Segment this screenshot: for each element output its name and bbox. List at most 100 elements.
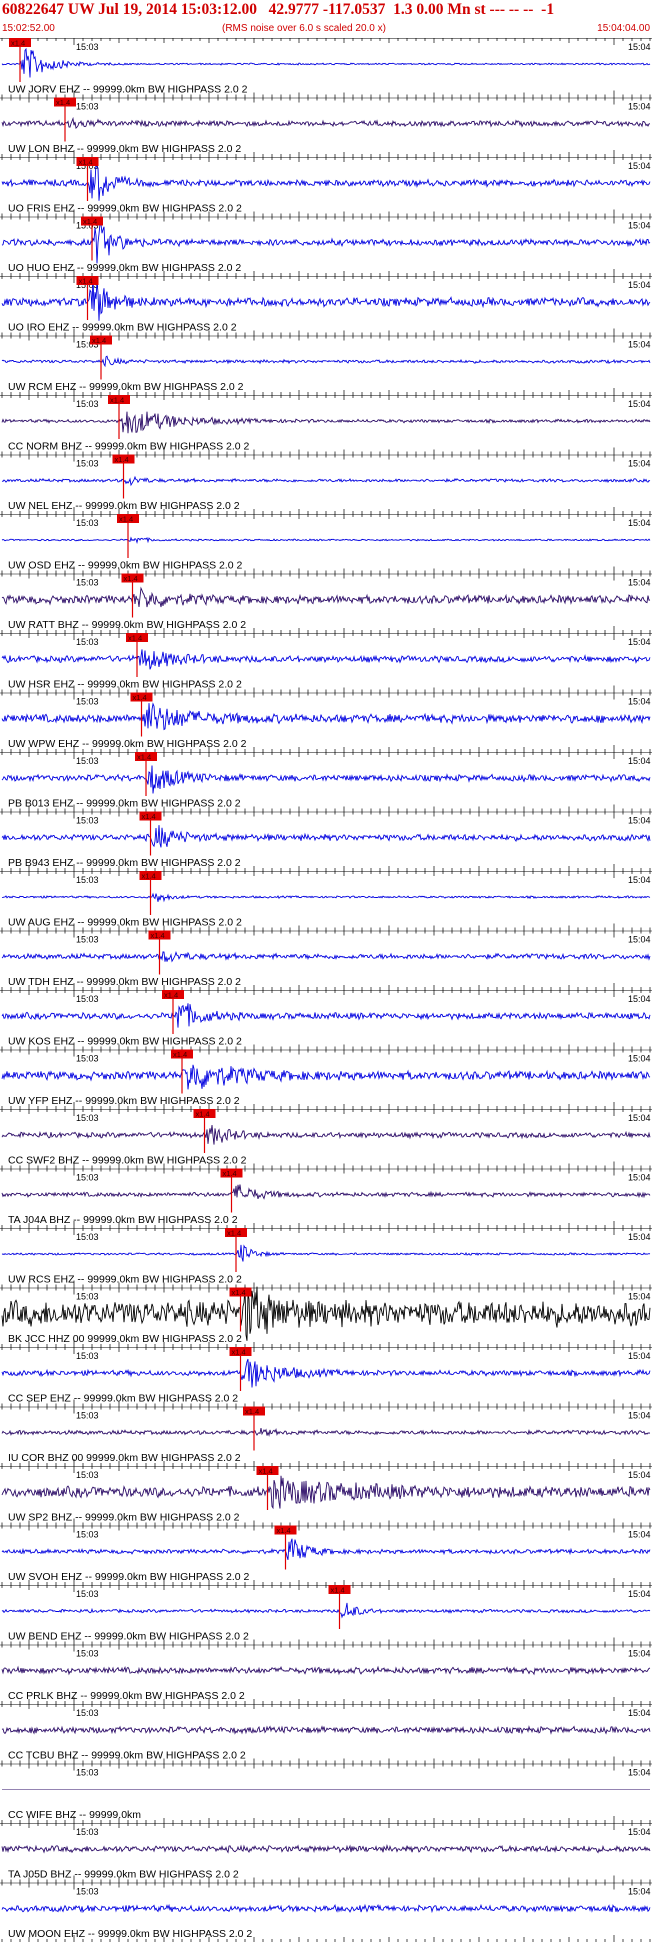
pick-flag-label: x1.4 (110, 396, 124, 405)
station-label: CC SWF2 BHZ -- 99999.0km BW HIGHPASS 2.0… (8, 1155, 247, 1167)
tick-label-1504: 15:04 (628, 1827, 651, 1837)
record-header: 60822647 UW Jul 19, 2014 15:03:12.00 42.… (0, 0, 652, 38)
tick-label-1503: 15:03 (76, 399, 99, 409)
tick-label-1503: 15:03 (76, 935, 99, 945)
station-label: UW SVOH EHZ -- 99999.0km BW HIGHPASS 2.0… (8, 1571, 250, 1583)
trace-row: 15:03 15:04 x1.4 UW OSD EHZ -- 99999.0km BW… (0, 514, 652, 574)
station-label: UO HUO EHZ -- 99999.0km BW HIGHPASS 2.0 … (8, 262, 241, 274)
trace-row: 15:0315:04x1.4UO FRIS EHZ -- 99999.0km B… (0, 157, 652, 217)
tick-label-1504: 15:04 (628, 1768, 651, 1778)
trace-row: 15:0315:04x1.4UO HUO EHZ -- 99999.0km BW… (0, 216, 652, 276)
trace-row: 15:03 15:04 x1.4 PB B013 EHZ -- 99999.0km B… (0, 752, 652, 812)
tick-label-1504: 15:04 (628, 1411, 651, 1421)
tick-label-1503: 15:03 (76, 875, 99, 885)
tick-label-1504: 15:04 (628, 399, 651, 409)
trace-row: 15:03 15:04 x1.4 UW YFP EHZ -- 99999.0km BW… (0, 1049, 652, 1109)
pick-flag-label: x1.4 (119, 515, 133, 524)
trace-row: 15:03 15:04 x1.4 CC SWF2 BHZ -- 99999.0km B… (0, 1109, 652, 1169)
tick-label-1503: 15:03 (76, 1411, 99, 1421)
station-label: UW TDH EHZ -- 99999.0km BW HIGHPASS 2.0 … (8, 976, 241, 988)
tick-label-1504: 15:04 (628, 1887, 651, 1897)
tick-label-1503: 15:03 (76, 1530, 99, 1540)
tick-label-1504: 15:04 (628, 161, 651, 171)
pick-flag-label: x1.4 (142, 872, 156, 881)
waveform (1, 892, 651, 903)
trace-row: 15:03 15:04 x1.4 UW BEND EHZ -- 99999.0km B… (0, 1585, 652, 1645)
waveform (1, 1003, 651, 1028)
station-label: UW RCM EHZ -- 99999.0km BW HIGHPASS 2.0 … (8, 381, 244, 393)
station-label: UW HSR EHZ -- 99999.0km BW HIGHPASS 2.0 … (8, 679, 242, 691)
tick-label-1503: 15:03 (76, 816, 99, 826)
tick-label-1504: 15:04 (628, 1113, 651, 1123)
waveform (1, 276, 651, 321)
trace-row: 15:03 15:04 x1.4 TA J04A BHZ -- 99999.0km B… (0, 1168, 652, 1228)
pick-flag-label: x1.4 (79, 277, 93, 286)
pick-flag-label: x1.4 (133, 693, 147, 702)
tick-label-1504: 15:04 (628, 756, 651, 766)
waveform (1, 411, 651, 434)
trace-row: 15:03 15:04 x1.4 CC NORM BHZ -- 99999.0km B… (0, 395, 652, 455)
tick-label-1504: 15:04 (628, 697, 651, 707)
waveform (1, 1427, 651, 1437)
station-label: UW BEND EHZ -- 99999.0km BW HIGHPASS 2.0… (8, 1631, 249, 1643)
station-label: UW AUG EHZ -- 99999.0km BW HIGHPASS 2.0 … (8, 917, 242, 929)
trace-row: 15:03 15:04 x1.4 UW RCS EHZ -- 99999.0km BW… (0, 1228, 652, 1288)
start-time-label: 15:02:52.00 (2, 23, 55, 34)
tick-label-1503: 15:03 (76, 1351, 99, 1361)
waveform (1, 1725, 651, 1735)
waveform (1, 702, 651, 731)
trace-row: 15:03 15:04 x1.4 UW SP2 BHZ -- 99999.0km BW… (0, 1466, 652, 1526)
station-label: UO IRO EHZ -- 99999.0km BW HIGHPASS 2.0 … (8, 322, 237, 334)
tick-label-1503: 15:03 (76, 102, 99, 112)
trace-row: 15:03 15:04 x1.4 UW KOS EHZ -- 99999.0km BW… (0, 990, 652, 1050)
tick-label-1504: 15:04 (628, 280, 651, 290)
station-label: CC PRLK BHZ -- 99999.0km BW HIGHPASS 2.0… (8, 1690, 245, 1702)
station-label: UW JORV EHZ -- 99999.0km BW HIGHPASS 2.0… (8, 84, 248, 96)
pick-flag-label: x1.4 (124, 574, 138, 583)
tick-label-1503: 15:03 (76, 1232, 99, 1242)
station-label: IU COR BHZ 00 99999.0km BW HIGHPASS 2.0 … (8, 1452, 241, 1464)
tick-label-1503: 15:03 (76, 1827, 99, 1837)
waveform (1, 1184, 651, 1200)
pick-flag-label: x1.4 (259, 1467, 273, 1476)
station-label: UW RCS EHZ -- 99999.0km BW HIGHPASS 2.0 … (8, 1274, 242, 1286)
tick-label-1504: 15:04 (628, 994, 651, 1004)
end-time-label: 15:04:04.00 (597, 23, 650, 34)
trace-row: 15:03 15:04 x1.4 IU COR BHZ 00 99999.0km BW… (0, 1406, 652, 1466)
tick-label-1504: 15:04 (628, 1292, 651, 1302)
pick-flag-label: x1.4 (56, 98, 70, 107)
waveform (1, 222, 651, 264)
tick-label-1504: 15:04 (628, 1649, 651, 1659)
waveform (1, 1358, 651, 1388)
trace-row: 15:03 15:04 x1.4 UW WPW EHZ -- 99999.0km BW… (0, 692, 652, 752)
waveform (1, 586, 651, 608)
station-label: PB B943 EHZ -- 99999.0km BW HIGHPASS 2.0… (8, 857, 241, 869)
trace-row: 15:03 15:04 x1.4 UW NEL EHZ -- 99999.0km BW… (0, 454, 652, 514)
pick-flag-label: x1.4 (245, 1407, 259, 1416)
tick-label-1504: 15:04 (628, 518, 651, 528)
tick-label-1504: 15:04 (628, 340, 651, 350)
tick-label-1504: 15:04 (628, 1708, 651, 1718)
pick-flag-label: x1.4 (164, 991, 178, 1000)
waveform (1, 162, 651, 201)
tick-label-1503: 15:03 (76, 1768, 99, 1778)
tick-label-1503: 15:03 (76, 1708, 99, 1718)
pick-flag-label: x1.4 (142, 812, 156, 821)
pick-flag-label: x1.4 (151, 931, 165, 940)
tick-label-1504: 15:04 (628, 1589, 651, 1599)
pick-flag-label: x1.4 (196, 1110, 210, 1119)
tick-label-1504: 15:04 (628, 1173, 651, 1183)
station-label: PB B013 EHZ -- 99999.0km BW HIGHPASS 2.0… (8, 798, 241, 810)
waveform (1, 1903, 651, 1914)
waveform (1, 1475, 651, 1510)
tick-label-1503: 15:03 (76, 994, 99, 1004)
pick-flag-label: x1.4 (232, 1348, 246, 1357)
waveform (1, 1665, 651, 1676)
station-label: CC TCBU BHZ -- 99999.0km BW HIGHPASS 2.0… (8, 1750, 246, 1762)
tick-label-1504: 15:04 (628, 1351, 651, 1361)
waveform (1, 1124, 651, 1145)
trace-row: 15:03 15:04 x1.4 UW TDH EHZ -- 99999.0km BW… (0, 930, 652, 990)
rms-scale-note: (RMS noise over 6.0 s scaled 20.0 x) (222, 23, 386, 34)
tick-label-1503: 15:03 (76, 1589, 99, 1599)
station-label: TA J04A BHZ -- 99999.0km BW HIGHPASS 2.0… (8, 1214, 238, 1226)
